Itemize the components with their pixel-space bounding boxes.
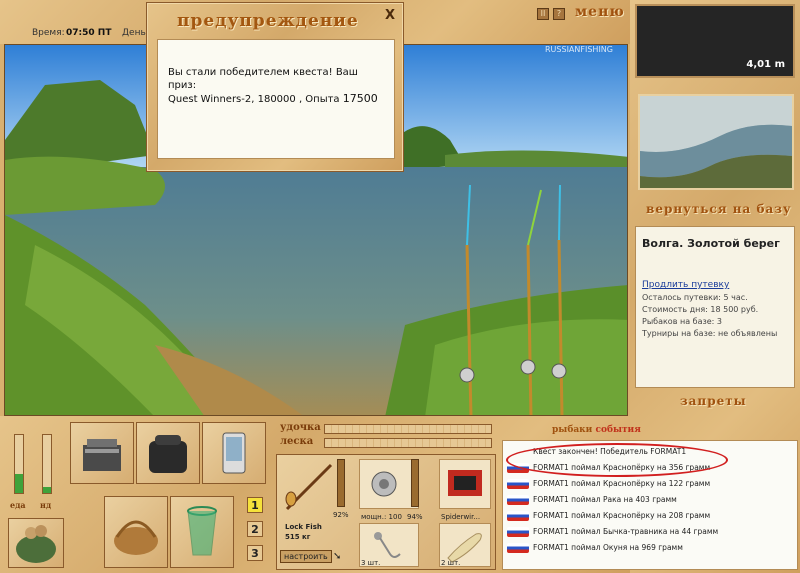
tackle-box-icon	[83, 439, 121, 471]
hook-count: 3 шт.	[361, 559, 381, 567]
money-label: День	[122, 28, 146, 38]
highlight-circle	[506, 443, 728, 477]
location-name: Волга. Золотой берег	[642, 237, 780, 250]
line-tension-bar[interactable]	[324, 438, 492, 448]
rod-weight: 515 кг	[285, 533, 311, 541]
location-map-image[interactable]	[638, 94, 794, 190]
basket-icon	[114, 520, 158, 555]
rod-icon	[285, 463, 333, 511]
keepnet-slot[interactable]	[170, 496, 234, 568]
food-label: еда	[10, 500, 26, 510]
food-bag-slot[interactable]	[8, 518, 64, 568]
phone-icon	[222, 432, 246, 474]
tab-fishers[interactable]: рыбаки	[552, 425, 592, 435]
back-to-base-button[interactable]: вернуться на базу	[646, 202, 792, 216]
rod-percent: 92%	[333, 511, 349, 519]
russia-flag-icon	[507, 543, 529, 553]
food-meter	[14, 434, 24, 494]
phone-slot[interactable]	[202, 422, 266, 484]
day-cost: Стоимость дня: 18 500 руб.	[642, 305, 759, 314]
time-label: Время:	[32, 28, 65, 38]
watermark: RUSSIANFISHING	[545, 45, 613, 54]
event-item: FORMAT1 поймал Бычка-травника на 44 грам…	[507, 525, 718, 539]
russia-flag-icon	[507, 495, 529, 505]
dialog-title: предупреждение	[177, 11, 359, 31]
reel-power: мощн.: 100	[361, 513, 402, 521]
rod-slot-2-button[interactable]: 2	[247, 521, 263, 537]
bait-meter-fill	[43, 487, 51, 493]
bag-icon	[16, 525, 56, 563]
close-icon[interactable]: X	[383, 9, 397, 23]
pause-button[interactable]: II	[537, 8, 549, 20]
rod-slot-3-button[interactable]: 3	[247, 545, 263, 561]
location-info: Волга. Золотой берег Продлить путевку Ос…	[635, 226, 795, 388]
warning-dialog: предупреждение X Вы стали победителем кв…	[146, 2, 404, 172]
backpack-slot[interactable]	[136, 422, 200, 484]
help-button[interactable]: ?	[553, 8, 565, 20]
reel-slot[interactable]	[359, 459, 419, 509]
bans-button[interactable]: запреты	[680, 394, 747, 408]
russia-flag-icon	[507, 479, 529, 489]
tackle-box-slot[interactable]	[70, 422, 134, 484]
dialog-xp: 17500	[342, 92, 378, 105]
move-arrow-icon[interactable]: ➘	[333, 551, 341, 562]
events-header: рыбаки события	[552, 425, 641, 435]
line-slot[interactable]	[439, 459, 491, 509]
event-item: FORMAT1 поймал Краснопёрку на 122 грамм	[507, 477, 710, 491]
reel-percent: 94%	[407, 513, 423, 521]
dialog-message-line1: Вы стали победителем квеста! Ваш приз:	[168, 67, 358, 91]
basket-slot[interactable]	[104, 496, 168, 568]
line-spool-icon	[448, 470, 482, 496]
food-meter-fill	[15, 474, 23, 493]
setup-button[interactable]: настроить	[280, 550, 332, 563]
fishers-on-base: Рыбаков на базе: 3	[642, 317, 722, 326]
rod-tension-bar[interactable]	[324, 424, 492, 434]
backpack-icon	[149, 435, 187, 473]
rod-label: удочка	[280, 422, 321, 433]
russia-flag-icon	[507, 527, 529, 537]
tackle-panel: 92% Lock Fish 515 кг настроить ➘ мощн.: …	[276, 454, 496, 570]
tab-events[interactable]: события	[595, 425, 640, 435]
rod-slot-1-button[interactable]: 1	[247, 497, 263, 513]
river-aerial-image	[640, 96, 792, 188]
depth-value: 4,01 m	[746, 59, 785, 70]
dialog-message: Вы стали победителем квеста! Ваш приз: Q…	[157, 39, 395, 159]
tournaments-status: Турниры на базе: не объявлены	[642, 329, 778, 338]
line-name: Spiderwir...	[441, 513, 481, 521]
event-item: FORMAT1 поймал Краснопёрку на 208 грамм	[507, 509, 710, 523]
rod-name: Lock Fish	[285, 523, 322, 531]
permit-remaining: Осталось путевки: 5 час.	[642, 293, 748, 302]
russia-flag-icon	[507, 511, 529, 521]
event-item: FORMAT1 поймал Окуня на 969 грамм	[507, 541, 683, 555]
bait-meter-label: нд	[40, 500, 52, 510]
reel-condition-bar	[411, 459, 419, 507]
line-label: леска	[280, 436, 314, 447]
rod-condition-bar	[337, 459, 345, 507]
bait-count: 2 шт.	[441, 559, 461, 567]
depth-display: 4,01 m	[635, 4, 795, 78]
bait-meter	[42, 434, 52, 494]
dialog-prize: Quest Winners-2, 180000 , Опыта	[168, 94, 343, 105]
dialog-message-line2: Quest Winners-2, 180000 , Опыта 17500	[168, 92, 384, 106]
extend-permit-link[interactable]: Продлить путевку	[642, 280, 788, 290]
event-item: FORMAT1 поймал Рака на 403 грамм	[507, 493, 677, 507]
menu-button[interactable]: меню	[575, 4, 625, 20]
keepnet-icon	[187, 506, 217, 556]
time-value: 07:50 ПТ	[66, 28, 112, 38]
reel-icon	[371, 471, 397, 497]
